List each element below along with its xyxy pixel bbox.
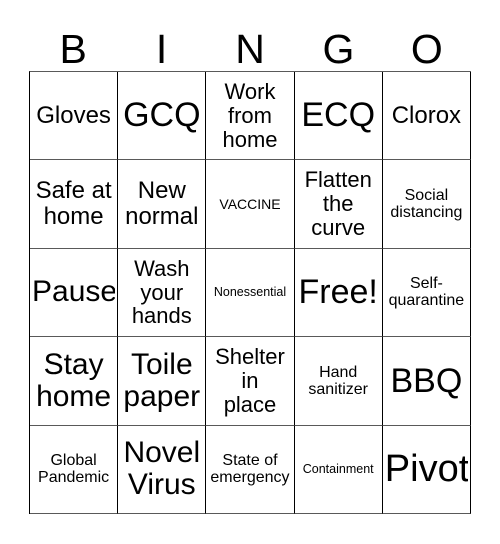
bingo-cell-label: Pivot [384,448,468,490]
bingo-cell-label: New normal [125,178,199,230]
bingo-cell[interactable]: Work from home [206,72,295,161]
bingo-cell[interactable]: GCQ [118,72,207,161]
bingo-cell-label: Stay home [36,348,112,413]
bingo-cell-label: Wash your hands [131,256,192,329]
bingo-cell[interactable]: BBQ [382,337,471,426]
bingo-cell-label: Pause [32,276,116,309]
bingo-cell-label: Social distancing [390,186,463,222]
bingo-header-letter-o: O [410,26,443,72]
bingo-cell-label: State of emergency [210,452,290,487]
bingo-cell-label: VACCINE [219,196,281,212]
bingo-cell-label: Nonessential [213,285,287,299]
bingo-cell[interactable]: Toile paper [118,337,207,426]
bingo-cell-label: Self- quarantine [388,275,465,310]
bingo-cell[interactable]: Novel Virus [118,425,207,514]
bingo-cell[interactable]: Global Pandemic [30,425,119,514]
bingo-cell-label: Novel Virus [123,436,201,502]
bingo-cell[interactable]: Flatten the curve [294,160,383,249]
bingo-cell[interactable]: Pause [30,248,119,338]
bingo-cell-label: BBQ [390,362,463,400]
bingo-cell[interactable]: Self- quarantine [382,248,471,338]
bingo-cell[interactable]: Clorox [382,72,471,161]
bingo-header-letter-b: B [59,26,87,72]
bingo-cell-free-space[interactable]: Free! [294,248,383,338]
bingo-cell-label: Clorox [391,102,462,129]
bingo-cell-label: Gloves [36,102,111,129]
bingo-cell-label: Global Pandemic [38,452,110,487]
bingo-cell[interactable]: Gloves [30,72,119,161]
bingo-cell[interactable]: Social distancing [382,160,471,249]
bingo-cell[interactable]: New normal [118,160,207,249]
bingo-cell[interactable]: Safe at home [30,160,119,249]
bingo-cell-label: GCQ [123,97,201,135]
bingo-cell-label: Toile paper [123,348,201,413]
bingo-cell-label: ECQ [301,97,376,135]
bingo-cell-label: Hand sanitizer [308,363,368,398]
bingo-header-letter-n: N [235,26,265,72]
bingo-cell[interactable]: Stay home [30,337,119,426]
bingo-grid: Gloves GCQ Work from home ECQ Clorox Safe at … [29,71,471,514]
bingo-cell[interactable]: Nonessential [206,248,295,338]
bingo-cell-label: Work from home [222,80,278,152]
bingo-cell[interactable]: Wash your hands [118,248,207,338]
bingo-cell[interactable]: ECQ [294,72,383,161]
bingo-cell-label: Safe at home [35,178,112,230]
bingo-header-row: BINGO [29,18,471,71]
bingo-cell[interactable]: Shelter in place [206,337,295,426]
bingo-cell-label: Flatten the curve [304,168,372,240]
bingo-cell-label: Shelter in place [215,345,285,417]
bingo-cell[interactable]: Hand sanitizer [294,337,383,426]
bingo-cell[interactable]: Containment [294,425,383,514]
bingo-cell[interactable]: Pivot [382,425,471,514]
bingo-cell[interactable]: State of emergency [206,425,295,514]
bingo-cell-label: Containment [302,462,374,476]
bingo-header-letter-g: G [322,26,355,72]
bingo-card: B I N G O Gloves GCQ Work from home ECQ Clorox Sa… [0,0,500,544]
bingo-cell-label: Free! [298,274,378,311]
bingo-cell[interactable]: VACCINE [206,160,295,249]
bingo-header-letter-i: I [155,26,168,72]
